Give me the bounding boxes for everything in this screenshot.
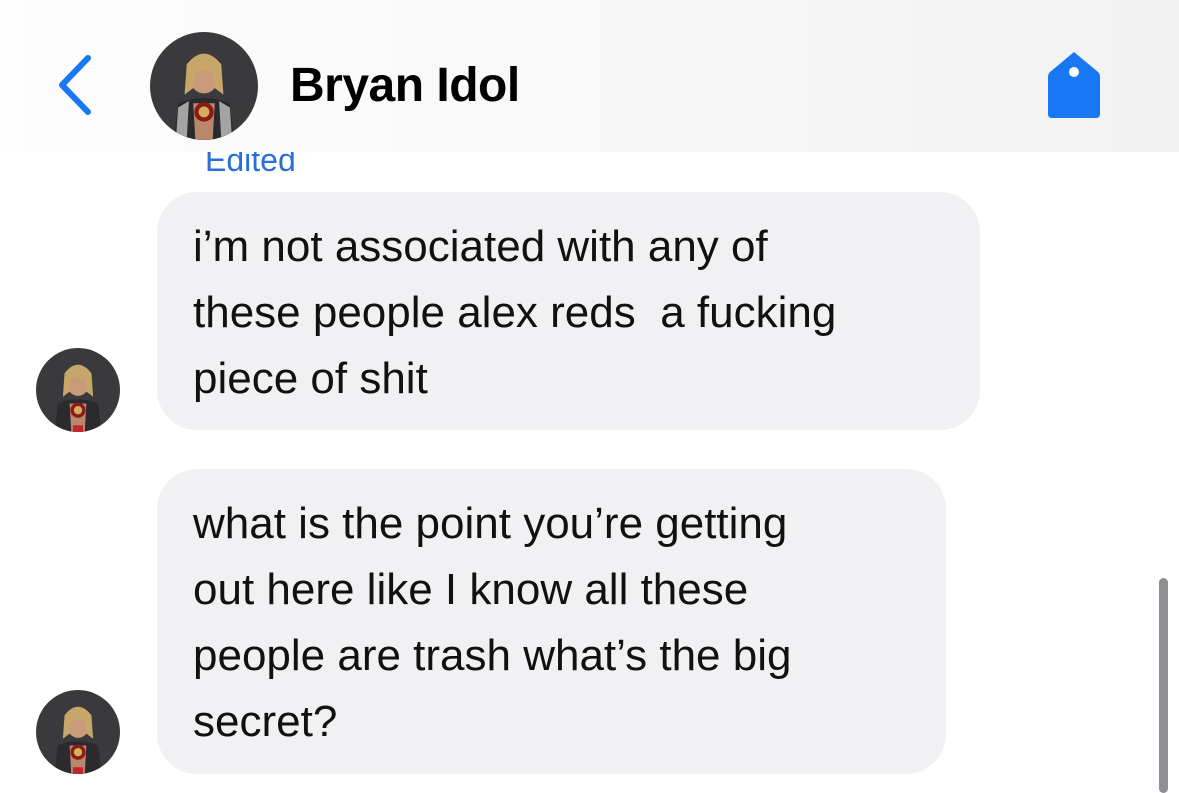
back-button[interactable]: [52, 52, 100, 118]
scrollbar[interactable]: [1159, 578, 1168, 793]
contact-name[interactable]: Bryan Idol: [290, 58, 520, 113]
contact-avatar[interactable]: [150, 32, 258, 140]
avatar-photo: [150, 32, 258, 140]
message-bubble[interactable]: what is the point you’re getting out her…: [157, 469, 946, 774]
tag-icon: [1048, 52, 1100, 118]
sender-avatar[interactable]: [36, 690, 120, 774]
chat-screen: Bryan Idol Edited i’m not associated wit…: [0, 0, 1179, 793]
avatar-photo: [36, 348, 120, 432]
chevron-left-icon: [59, 55, 91, 115]
message-bubble[interactable]: i’m not associated with any of these peo…: [157, 192, 980, 430]
tag-button[interactable]: [1046, 50, 1102, 120]
sender-avatar[interactable]: [36, 348, 120, 432]
avatar-photo: [36, 690, 120, 774]
chat-header: Bryan Idol: [0, 0, 1179, 152]
